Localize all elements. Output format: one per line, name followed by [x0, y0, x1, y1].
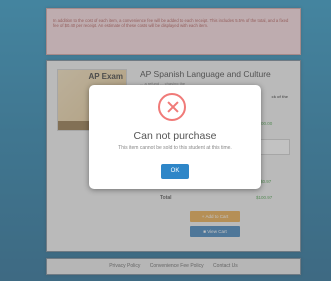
ok-button[interactable]: OK — [161, 164, 189, 179]
error-dialog: Can not purchase This item cannot be sol… — [89, 85, 261, 189]
error-x-icon — [158, 93, 186, 121]
dialog-message: This item cannot be sold to this student… — [118, 145, 232, 151]
dialog-title: Can not purchase — [133, 130, 217, 142]
